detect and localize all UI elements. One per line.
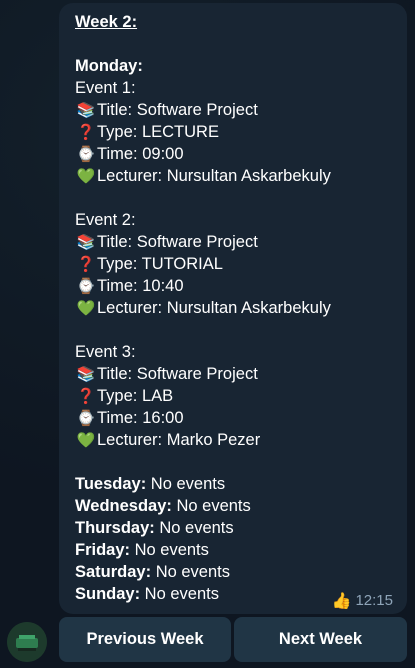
event-lecturer-line: 💚 Lecturer: Nursultan Askarbekuly — [76, 167, 331, 185]
event-type-line: ❓ Type: LAB — [76, 387, 174, 405]
event-heading: Event 3: — [75, 343, 136, 361]
thumbs-up-reaction-icon[interactable]: 👍 — [332, 591, 352, 610]
clock-icon: ⌚ — [76, 409, 96, 427]
question-mark-icon: ❓ — [76, 387, 96, 405]
green-heart-icon: 💚 — [76, 167, 96, 185]
day-status-tuesday: Tuesday: No events — [75, 475, 226, 493]
day-status-friday: Friday: No events — [75, 541, 209, 559]
next-week-button[interactable]: Next Week — [234, 617, 407, 662]
bot-avatar[interactable] — [7, 622, 47, 662]
previous-week-button[interactable]: Previous Week — [59, 617, 231, 662]
clock-icon: ⌚ — [76, 277, 96, 295]
question-mark-icon: ❓ — [76, 255, 96, 273]
green-heart-icon: 💚 — [76, 431, 96, 449]
message-meta: 👍 12:15 — [332, 591, 393, 610]
green-heart-icon: 💚 — [76, 299, 96, 317]
event-title-line: 📚 Title: Software Project — [76, 365, 258, 383]
question-mark-icon: ❓ — [76, 123, 96, 141]
clock-icon: ⌚ — [76, 145, 96, 163]
monday-label: Monday: — [75, 57, 143, 75]
event-heading: Event 1: — [75, 79, 136, 97]
day-status-wednesday: Wednesday: No events — [75, 497, 251, 515]
books-icon: 📚 — [76, 233, 96, 251]
event-time-line: ⌚ Time: 16:00 — [76, 409, 184, 427]
event-title-line: 📚 Title: Software Project — [76, 101, 258, 119]
books-icon: 📚 — [76, 365, 96, 383]
books-icon: 📚 — [76, 101, 96, 119]
schedule-message-bubble: Week 2: Monday: Event 1: 📚 Title: Softwar… — [59, 3, 407, 614]
event-lecturer-line: 💚 Lecturer: Marko Pezer — [76, 431, 261, 449]
event-lecturer-line: 💚 Lecturer: Nursultan Askarbekuly — [76, 299, 331, 317]
event-heading: Event 2: — [75, 211, 136, 229]
event-type-line: ❓ Type: TUTORIAL — [76, 255, 223, 273]
message-timestamp: 12:15 — [355, 592, 393, 609]
day-status-thursday: Thursday: No events — [75, 519, 234, 537]
event-type-line: ❓ Type: LECTURE — [76, 123, 219, 141]
day-status-saturday: Saturday: No events — [75, 563, 230, 581]
event-time-line: ⌚ Time: 10:40 — [76, 277, 184, 295]
bot-logo-icon — [7, 622, 47, 662]
week-title: Week 2: — [75, 13, 138, 31]
event-time-line: ⌚ Time: 09:00 — [76, 145, 184, 163]
event-title-line: 📚 Title: Software Project — [76, 233, 258, 251]
